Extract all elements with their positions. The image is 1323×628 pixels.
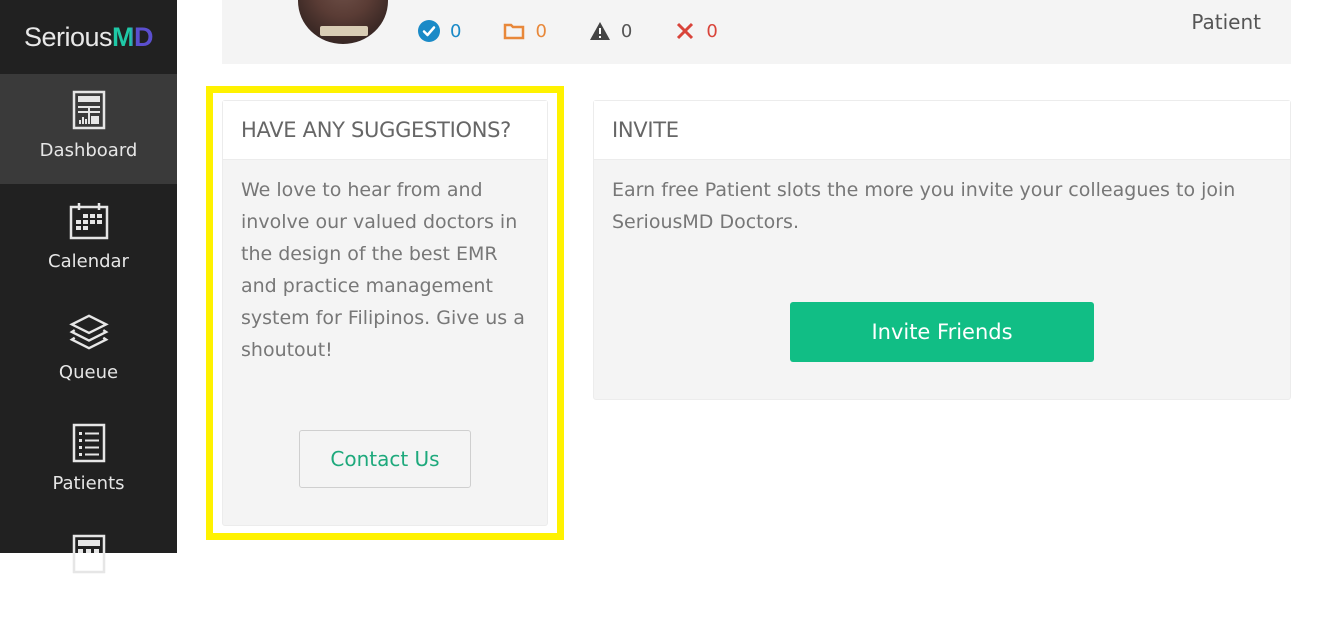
profile-stats: 0 0 0 0: [418, 20, 760, 42]
calculator-icon: [69, 534, 109, 574]
sidebar: SeriousMD Dashboard Calendar Queue Patie…: [0, 0, 177, 553]
x-icon: [674, 20, 696, 42]
invite-title: INVITE: [594, 101, 1290, 160]
sidebar-item-label: Calendar: [48, 251, 129, 272]
suggestions-card: HAVE ANY SUGGESTIONS? We love to hear fr…: [222, 100, 548, 526]
stat-folder: 0: [503, 20, 546, 42]
stat-confirmed: 0: [418, 20, 461, 42]
stat-value: 0: [535, 21, 546, 42]
stat-value: 0: [621, 21, 632, 42]
layers-icon: [69, 312, 109, 352]
profile-role: Patient: [1191, 10, 1261, 34]
sidebar-item-label: Dashboard: [40, 140, 138, 161]
main-content: OG Road, San Juan Nepo, Guagua, Pampanga…: [177, 0, 1323, 553]
folder-icon: [503, 20, 525, 42]
logo[interactable]: SeriousMD: [0, 0, 177, 74]
calendar-icon: [69, 201, 109, 241]
stat-cancelled: 0: [674, 20, 717, 42]
sidebar-item-billing[interactable]: [0, 518, 177, 628]
contact-us-button[interactable]: Contact Us: [299, 430, 471, 488]
sidebar-item-label: Patients: [52, 473, 124, 494]
sidebar-item-patients[interactable]: Patients: [0, 407, 177, 517]
check-circle-icon: [418, 20, 440, 42]
logo-text-suffix: MD: [112, 22, 153, 53]
sidebar-item-calendar[interactable]: Calendar: [0, 185, 177, 295]
stat-value: 0: [706, 21, 717, 42]
sidebar-item-label: Queue: [59, 362, 118, 383]
profile-card: OG Road, San Juan Nepo, Guagua, Pampanga…: [222, 0, 1291, 64]
stat-warning: 0: [589, 20, 632, 42]
warning-icon: [589, 20, 611, 42]
suggestions-body: We love to hear from and involve our val…: [223, 160, 547, 380]
list-icon: [69, 423, 109, 463]
sidebar-item-dashboard[interactable]: Dashboard: [0, 74, 177, 184]
invite-friends-button[interactable]: Invite Friends: [790, 302, 1094, 362]
invite-body: Earn free Patient slots the more you inv…: [594, 160, 1290, 252]
stat-value: 0: [450, 21, 461, 42]
dashboard-icon: [69, 90, 109, 130]
suggestions-title: HAVE ANY SUGGESTIONS?: [223, 101, 547, 160]
avatar[interactable]: [298, 0, 388, 44]
sidebar-item-queue[interactable]: Queue: [0, 296, 177, 406]
invite-card: INVITE Earn free Patient slots the more …: [593, 100, 1291, 400]
logo-text-prefix: Serious: [24, 22, 112, 53]
